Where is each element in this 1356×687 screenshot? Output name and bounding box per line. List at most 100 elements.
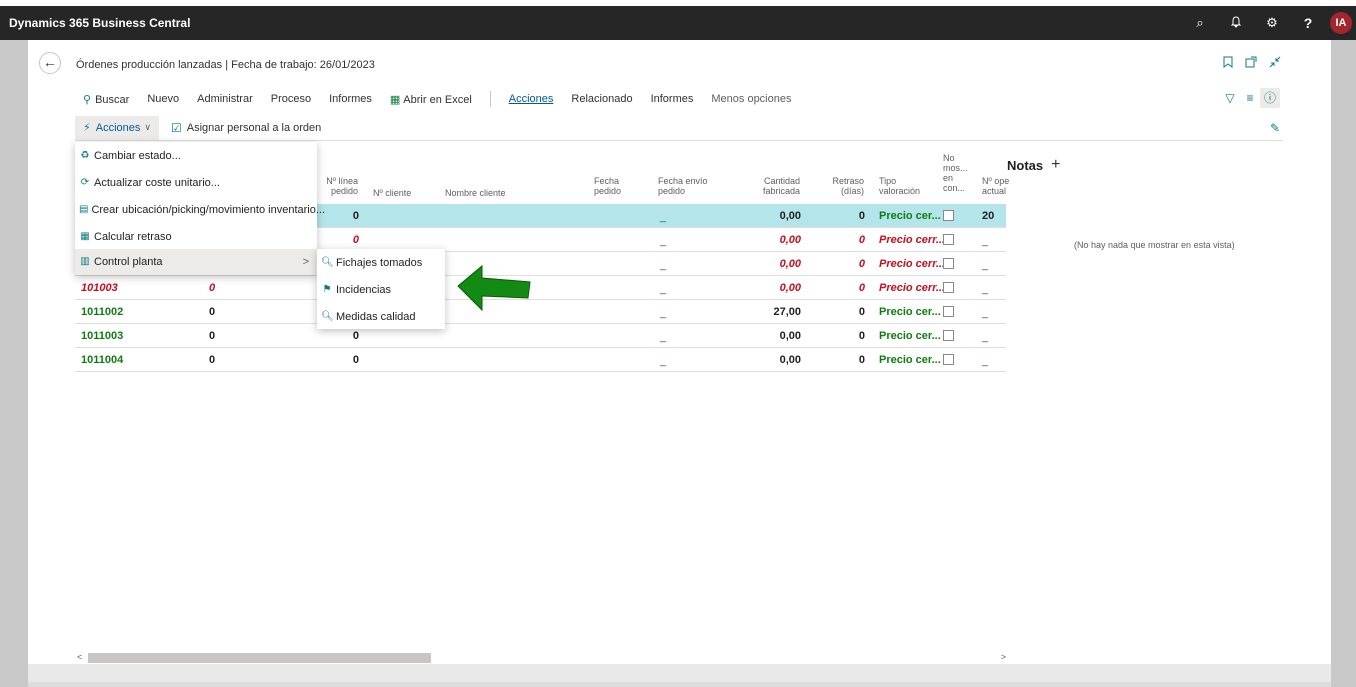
cell-linea-pedido: 0 — [352, 234, 359, 246]
table-row[interactable]: 1011002 0 _ 27,00 0 Precio cer... _ — [75, 300, 1006, 324]
column-header-linea-pedido[interactable]: Nº línea pedido — [318, 176, 358, 196]
column-header-text: pedido — [658, 186, 686, 196]
app-title[interactable]: Dynamics 365 Business Central — [9, 16, 190, 30]
menu-item-control-planta[interactable]: ▥ Control planta > — [75, 249, 317, 275]
table-row[interactable]: 1011003 0 0 _ 0,00 0 Precio cer... _ — [75, 324, 1006, 348]
scrollbar-thumb[interactable] — [88, 653, 431, 663]
page-title: Órdenes producción lanzadas | Fecha de t… — [76, 59, 375, 71]
column-header-text: Fecha — [594, 176, 620, 186]
column-header-no-mostrar[interactable]: No mos... en con... — [943, 153, 968, 193]
menu-item-calcular-retraso[interactable]: ▦ Calcular retraso — [75, 223, 317, 250]
notes-title: Notas — [1007, 157, 1044, 173]
submenu-item-fichajes[interactable]: 🔍︎ Fichajes tomados — [317, 249, 445, 276]
list-view-icon[interactable]: ≡ — [1240, 88, 1260, 108]
checkbox-no-mostrar[interactable] — [943, 354, 954, 365]
checkbox-no-mostrar[interactable] — [943, 234, 954, 245]
menu-item-cambiar-estado[interactable]: ♻ Cambiar estado... — [75, 142, 317, 169]
less-options-button[interactable]: Menos opciones — [711, 93, 791, 105]
search-document-icon: 🔍︎ — [321, 256, 334, 268]
nuevo-button[interactable]: Nuevo — [147, 93, 179, 105]
cell-retraso: 0 — [858, 354, 865, 366]
info-icon[interactable]: ⓘ — [1260, 88, 1280, 108]
cell-n-ope: _ — [982, 355, 989, 367]
cell-tipo: Precio cerr... — [879, 282, 946, 294]
column-header-fecha-envio[interactable]: Fecha envío pedido — [658, 176, 708, 196]
column-header-text: pedido — [330, 186, 358, 196]
menu-item-actualizar-coste[interactable]: ⟳ Actualizar coste unitario... — [75, 169, 317, 196]
cell-col2: 0 — [209, 354, 216, 366]
notes-header: Notas + — [1007, 156, 1060, 174]
cell-retraso: 0 — [858, 306, 865, 318]
clipboard-check-icon: ☑ — [170, 120, 182, 135]
column-header-text: mos... — [943, 163, 968, 173]
column-header-cliente[interactable]: Nº cliente — [373, 188, 411, 198]
gear-icon[interactable]: ⚙ — [1254, 15, 1290, 31]
cell-cantidad: 0,00 — [779, 330, 801, 342]
filter-icon[interactable]: ▽ — [1220, 88, 1240, 108]
acciones-dropdown-button[interactable]: ⚡ Acciones ∨ — [75, 115, 159, 140]
document-icon: ▤ — [79, 203, 89, 215]
scroll-left-icon[interactable]: < — [77, 652, 82, 662]
checkbox-no-mostrar[interactable] — [943, 306, 954, 317]
cell-no[interactable]: 101003 — [81, 282, 118, 294]
administrar-button[interactable]: Administrar — [197, 93, 253, 105]
pin-icon[interactable]: ✎ — [1270, 121, 1280, 135]
avatar[interactable]: IA — [1330, 12, 1352, 34]
cell-retraso: 0 — [858, 282, 865, 294]
cell-no[interactable]: 1011002 — [81, 306, 123, 318]
column-header-cantidad[interactable]: Cantidad fabricada — [750, 176, 800, 196]
open-new-window-icon[interactable] — [1245, 56, 1257, 71]
quality-icon: 🔍︎ — [321, 310, 334, 322]
submenu-item-incidencias[interactable]: ⚑ Incidencias — [317, 276, 445, 303]
tab-informes[interactable]: Informes — [651, 93, 694, 105]
lightning-icon: ⚡ — [83, 122, 91, 134]
column-header-text: actual — [982, 186, 1007, 196]
collapse-icon[interactable] — [1269, 56, 1281, 71]
horizontal-scrollbar[interactable]: < > — [75, 652, 1006, 664]
checkbox-no-mostrar[interactable] — [943, 258, 954, 269]
cell-n-ope: 20 — [982, 210, 995, 222]
cell-fecha-envio: _ — [660, 331, 667, 343]
checkbox-no-mostrar[interactable] — [943, 330, 954, 341]
assign-personnel-button[interactable]: ☑ Asignar personal a la orden — [171, 121, 321, 135]
cell-no[interactable]: 1011004 — [81, 354, 123, 366]
bookmark-icon[interactable] — [1223, 56, 1233, 71]
cell-fecha-envio: _ — [660, 283, 667, 295]
column-header-tipo[interactable]: Tipo valoración — [879, 176, 920, 196]
cell-fecha-envio: _ — [660, 355, 667, 367]
acciones-label: Acciones — [95, 121, 141, 134]
back-button[interactable]: ← — [39, 52, 61, 74]
table-row[interactable]: 101003 0 _ 0,00 0 Precio cerr... _ — [75, 276, 1006, 300]
table-row[interactable]: 1011004 0 0 _ 0,00 0 Precio cer... _ — [75, 348, 1006, 372]
menu-item-label: Cambiar estado... — [94, 149, 181, 162]
help-icon[interactable]: ? — [1290, 15, 1326, 31]
cell-no[interactable]: 1011003 — [81, 330, 123, 342]
scroll-right-icon[interactable]: > — [1001, 652, 1006, 662]
column-header-n-ope[interactable]: Nº ope actual — [982, 176, 1009, 196]
open-excel-button[interactable]: ▦ Abrir en Excel — [390, 93, 472, 106]
search-label: Buscar — [95, 93, 130, 106]
submenu-item-label: Incidencias — [336, 283, 392, 296]
search-button[interactable]: ⚲ Buscar — [83, 93, 129, 106]
checkbox-no-mostrar[interactable] — [943, 282, 954, 293]
cell-tipo: Precio cer... — [879, 330, 941, 342]
column-header-retraso[interactable]: Retraso (días) — [826, 176, 864, 196]
column-header-text: Cantidad — [763, 176, 800, 186]
cell-tipo: Precio cerr... — [879, 258, 946, 270]
add-note-button[interactable]: + — [1051, 156, 1060, 174]
proceso-button[interactable]: Proceso — [271, 93, 311, 105]
tab-relacionado[interactable]: Relacionado — [571, 93, 632, 105]
menu-item-crear-ubicacion[interactable]: ▤ Crear ubicación/picking/movimiento inve… — [75, 196, 325, 223]
search-icon[interactable]: ⌕ — [1182, 15, 1218, 31]
informes-button[interactable]: Informes — [329, 93, 372, 105]
bell-icon[interactable] — [1218, 15, 1254, 31]
tab-acciones[interactable]: Acciones — [509, 93, 554, 105]
header-icons — [1223, 56, 1281, 71]
column-header-nombre-cliente[interactable]: Nombre cliente — [445, 188, 506, 198]
cell-n-ope: _ — [982, 331, 989, 343]
column-header-fecha-pedido[interactable]: Fecha pedido — [594, 176, 621, 196]
submenu-item-medidas-calidad[interactable]: 🔍︎ Medidas calidad — [317, 303, 445, 330]
control-planta-submenu: 🔍︎ Fichajes tomados ⚑ Incidencias 🔍︎ Medida… — [317, 249, 445, 329]
checkbox-no-mostrar[interactable] — [943, 210, 954, 221]
cell-cantidad: 0,00 — [779, 282, 801, 294]
